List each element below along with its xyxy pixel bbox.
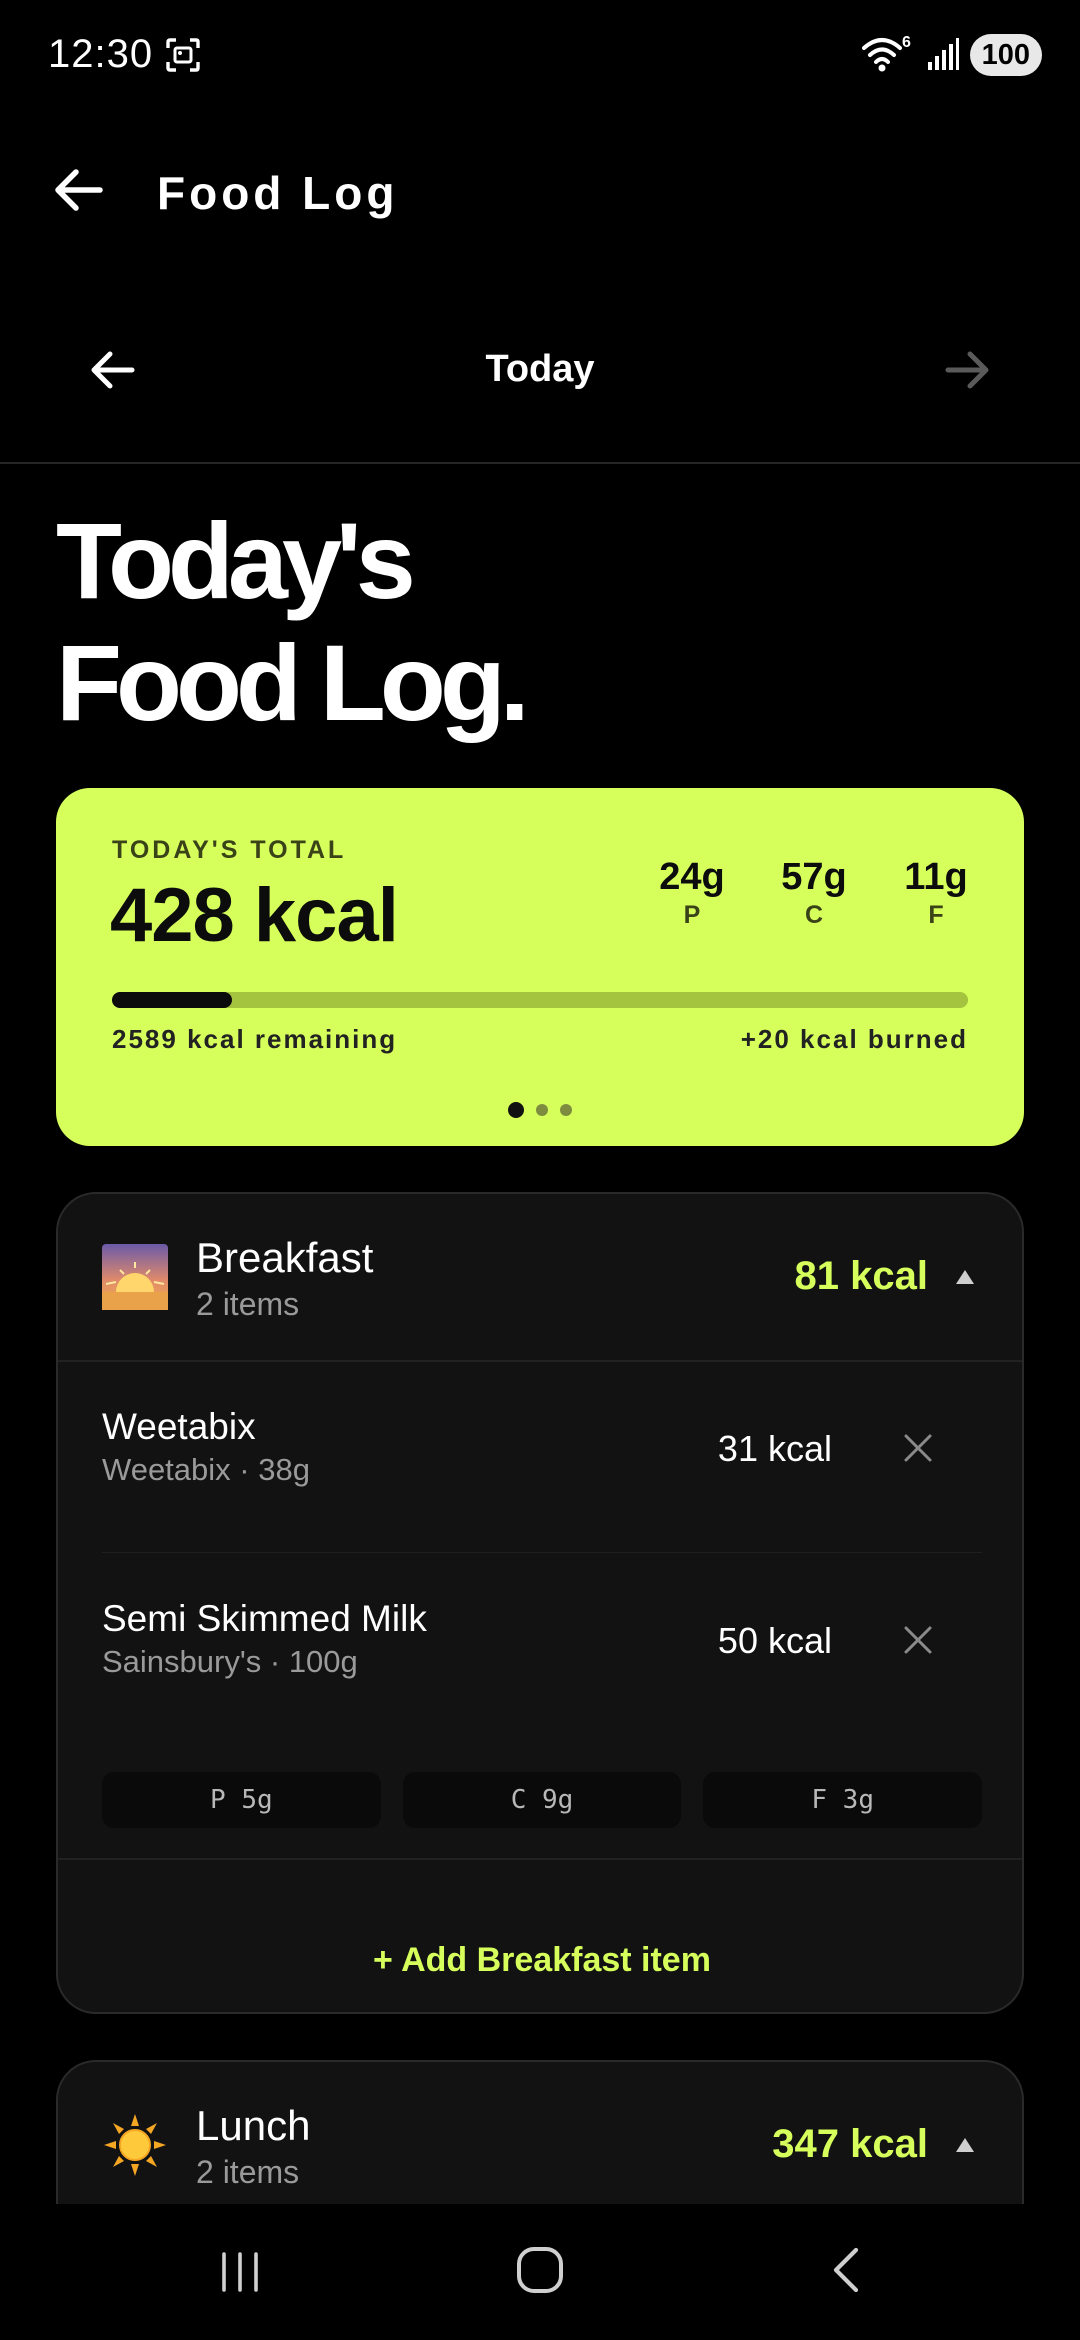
meal-name: Lunch: [196, 2102, 311, 2149]
divider: [58, 1858, 1022, 1860]
close-icon[interactable]: [900, 1430, 936, 1466]
macro-protein: 24g P: [652, 856, 732, 930]
arrow-left-icon[interactable]: [50, 160, 110, 220]
food-name: Semi Skimmed Milk: [102, 1598, 427, 1639]
total-label: TODAY'S TOTAL: [112, 836, 347, 864]
food-kcal: 50 kcal: [717, 1620, 832, 1661]
meal-item-count: 2 items: [196, 2154, 300, 2190]
sunrise-icon: [102, 1244, 168, 1310]
daily-total-card[interactable]: TODAY'S TOTAL 428 kcal 24g P 57g C 11g F…: [56, 788, 1024, 1146]
status-bar: 12:30 6 100: [0, 0, 1080, 110]
page-indicator[interactable]: [56, 1102, 1024, 1118]
heading-line-2: Food Log.: [56, 622, 530, 743]
macro-label: F: [928, 901, 944, 929]
sun-icon: [104, 2114, 166, 2176]
next-day-icon[interactable]: [938, 340, 998, 400]
page-dot[interactable]: [536, 1104, 548, 1116]
macro-value: 57g: [781, 856, 847, 898]
recent-apps-icon[interactable]: [216, 2248, 264, 2296]
meal-macro-summary: P 5g C 9g F 3g: [102, 1772, 983, 1828]
macro-pill-fat: F 3g: [703, 1772, 983, 1828]
triangle-up-icon[interactable]: [952, 2132, 978, 2158]
food-detail: Weetabix · 38g: [102, 1452, 310, 1487]
meal-card-breakfast: Breakfast 2 items 81 kcal Weetabix Weeta…: [56, 1192, 1024, 2014]
heading-line-1: Today's: [56, 500, 416, 621]
calorie-progress-bar: [112, 992, 968, 1008]
burned-kcal: +20 kcal burned: [740, 1024, 968, 1054]
wifi-generation-label: 6: [902, 34, 911, 51]
macro-label: P: [683, 901, 701, 929]
macro-fat: 11g F: [896, 856, 976, 930]
app-bar: Food Log: [0, 140, 1080, 240]
calorie-progress-fill: [112, 992, 232, 1008]
meal-item-count: 2 items: [196, 1286, 300, 1322]
meal-name: Breakfast: [196, 1234, 374, 1281]
macro-value: 11g: [904, 856, 968, 898]
back-icon[interactable]: [822, 2244, 872, 2296]
status-time: 12:30: [48, 32, 154, 76]
macro-value: 24g: [659, 856, 725, 898]
macro-pill-protein: P 5g: [102, 1772, 381, 1828]
battery-indicator: 100: [969, 34, 1042, 76]
macro-carbs: 57g C: [774, 856, 854, 930]
date-label: Today: [485, 348, 595, 390]
home-icon[interactable]: [514, 2244, 566, 2296]
food-name: Weetabix: [102, 1406, 256, 1447]
total-kcal: 428 kcal: [110, 873, 399, 958]
food-kcal: 31 kcal: [717, 1428, 832, 1469]
meal-header-breakfast[interactable]: Breakfast 2 items 81 kcal: [58, 1194, 1022, 1362]
divider: [102, 1552, 982, 1553]
meal-kcal: 81 kcal: [794, 1254, 928, 1298]
macro-pill-carbs: C 9g: [402, 1772, 682, 1828]
page-dot[interactable]: [560, 1104, 572, 1116]
screenshot-icon: [166, 38, 200, 72]
food-item-row[interactable]: Semi Skimmed Milk Sainsbury's · 100g 50 …: [58, 1554, 1022, 1744]
close-icon[interactable]: [900, 1622, 936, 1658]
divider: [0, 462, 1080, 464]
page-title: Food Log: [157, 167, 399, 219]
food-detail: Sainsbury's · 100g: [102, 1644, 358, 1679]
food-log-screen: 12:30 6 100 Food Log Today Today's Food …: [0, 0, 1080, 2340]
page-dot[interactable]: [508, 1102, 524, 1118]
food-item-row[interactable]: Weetabix Weetabix · 38g 31 kcal: [58, 1362, 1022, 1552]
add-breakfast-item-button[interactable]: + Add Breakfast item: [58, 1904, 1022, 2012]
status-icons: 6 100: [860, 30, 1042, 80]
wifi-icon: 6: [861, 34, 911, 72]
meal-kcal: 347 kcal: [772, 2122, 928, 2166]
macro-label: C: [804, 901, 824, 929]
date-navigator: Today: [0, 320, 1080, 424]
triangle-up-icon[interactable]: [952, 1264, 978, 1290]
remaining-kcal: 2589 kcal remaining: [112, 1024, 398, 1054]
page-heading: Today's Food Log.: [56, 500, 530, 744]
signal-icon: [927, 38, 959, 70]
system-navigation-bar: [0, 2204, 1080, 2340]
